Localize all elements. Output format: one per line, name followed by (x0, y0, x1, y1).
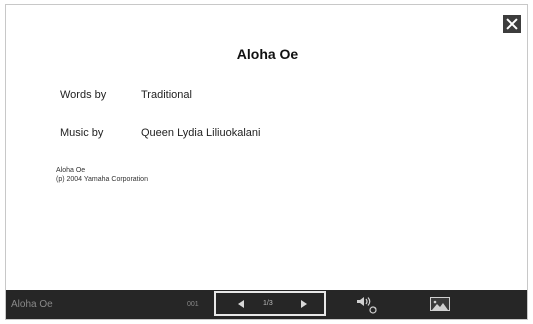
music-value: Queen Lydia Liliuokalani (141, 127, 261, 139)
bottom-bar: Aloha Oe 001 1/3 (6, 290, 527, 319)
score-screen: Aloha Oe Words by Traditional Music by Que… (5, 4, 528, 320)
next-page-button[interactable] (301, 300, 307, 308)
music-label: Music by (60, 127, 104, 139)
words-credit-row: Words by Traditional (60, 89, 192, 101)
song-name: Aloha Oe (11, 299, 53, 310)
copyright-text: (p) 2004 Yamaha Corporation (56, 176, 148, 183)
song-title: Aloha Oe (236, 46, 299, 62)
page-navigator: 1/3 (214, 291, 326, 316)
volume-button[interactable] (356, 295, 380, 315)
image-button[interactable] (430, 297, 450, 311)
copyright-notice: Aloha Oe (p) 2004 Yamaha Corporation (56, 166, 148, 184)
words-label: Words by (60, 89, 107, 101)
speaker-repeat-icon (357, 297, 377, 314)
music-credit-row: Music by Queen Lydia Liliuokalani (60, 127, 260, 139)
copyright-title: Aloha Oe (56, 167, 86, 174)
words-value: Traditional (141, 89, 192, 101)
prev-page-button[interactable] (238, 300, 244, 308)
song-number: 001 (187, 301, 199, 308)
close-button[interactable] (503, 15, 521, 33)
picture-icon (432, 300, 448, 310)
page-indicator: 1/3 (263, 300, 273, 307)
